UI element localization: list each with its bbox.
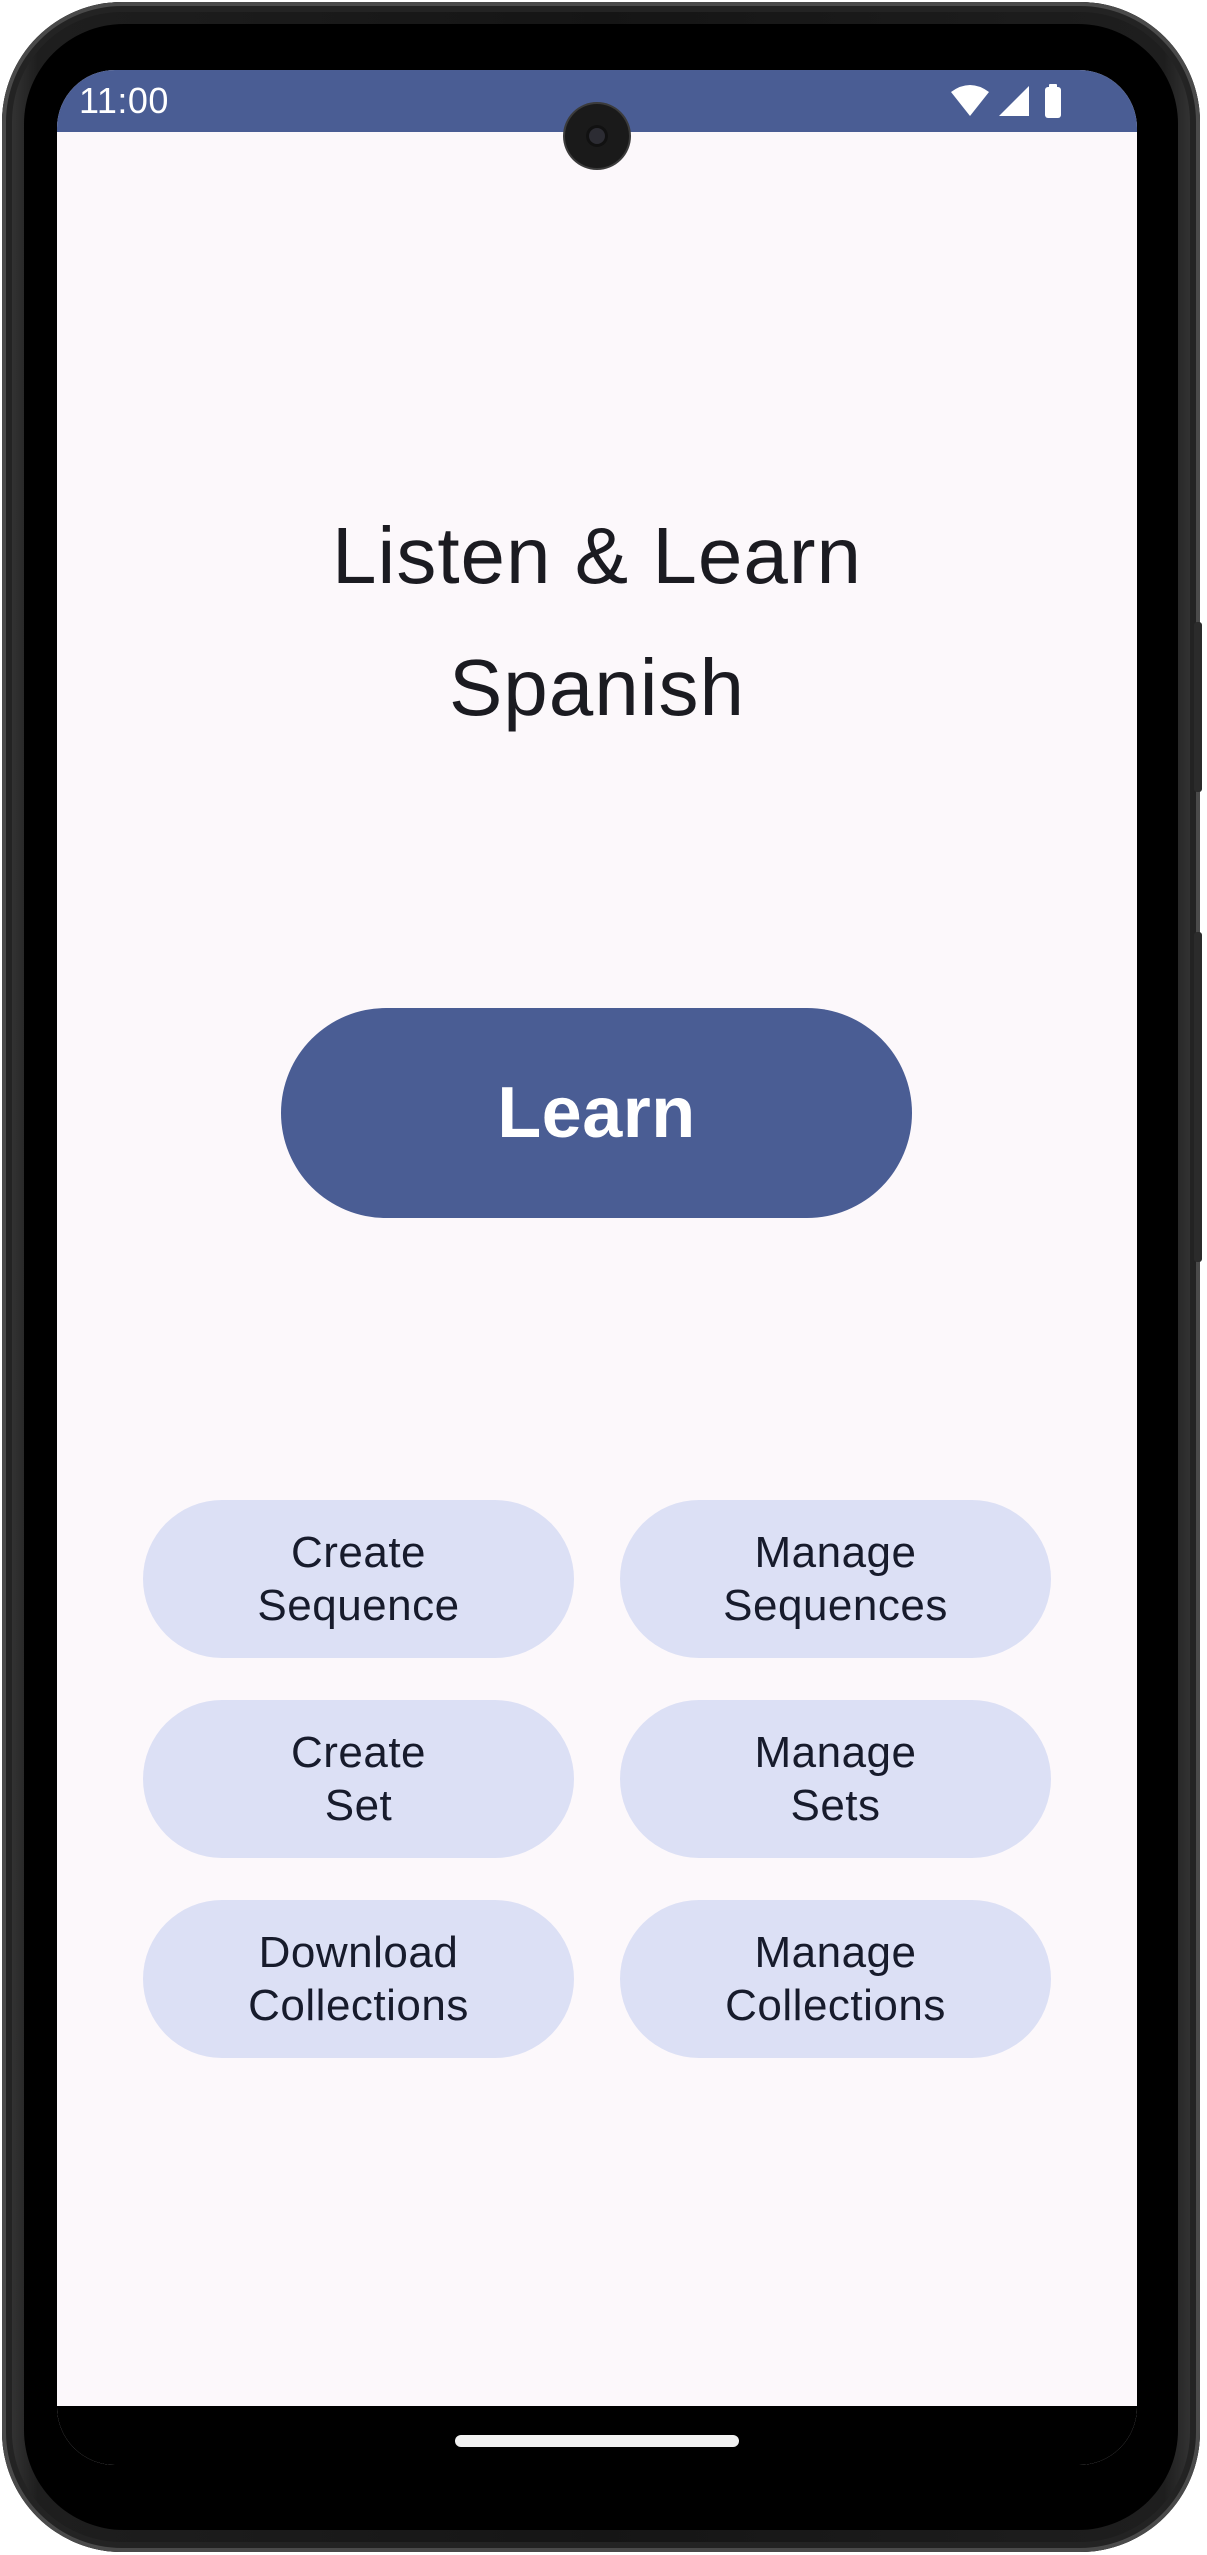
app-title-line2: Spanish (448, 643, 746, 732)
cell-signal-icon (999, 86, 1029, 116)
status-icons (951, 84, 1061, 118)
status-time: 11:00 (79, 80, 169, 121)
battery-icon (1045, 84, 1061, 118)
power-button (1194, 622, 1202, 792)
button-label-line2: Sequence (257, 1581, 460, 1630)
home-gesture-handle[interactable] (455, 2435, 739, 2447)
button-label-line2: Sets (790, 1781, 881, 1830)
app-screen: 11:00 Listen & Learn Spanish Learn Creat… (57, 70, 1137, 2465)
app-title-line1: Listen & Learn (332, 511, 862, 600)
create-set-button[interactable]: Create Set (143, 1700, 574, 1858)
phone-device: 11:00 Listen & Learn Spanish Learn Creat… (0, 0, 1207, 2555)
create-sequence-button[interactable]: Create Sequence (143, 1500, 574, 1658)
button-label-line1: Manage (754, 1928, 917, 1977)
navigation-bar (57, 2406, 1137, 2465)
app-title: Listen & Learn Spanish (57, 490, 1137, 754)
button-label-line1: Manage (754, 1528, 917, 1577)
manage-collections-button[interactable]: Manage Collections (620, 1900, 1051, 2058)
manage-sequences-button[interactable]: Manage Sequences (620, 1500, 1051, 1658)
button-label-line1: Download (258, 1928, 459, 1977)
button-label-line2: Collections (725, 1981, 946, 2030)
front-camera (565, 104, 629, 168)
button-label-line2: Sequences (723, 1581, 948, 1630)
download-collections-button[interactable]: Download Collections (143, 1900, 574, 2058)
volume-button (1194, 932, 1202, 1262)
button-label-line1: Create (290, 1728, 427, 1777)
button-label-line2: Collections (248, 1981, 469, 2030)
wifi-icon (951, 85, 989, 116)
manage-sets-button[interactable]: Manage Sets (620, 1700, 1051, 1858)
button-label-line1: Create (290, 1528, 427, 1577)
button-label-line1: Manage (754, 1728, 917, 1777)
learn-button[interactable]: Learn (281, 1008, 912, 1218)
button-label-line2: Set (324, 1781, 393, 1830)
